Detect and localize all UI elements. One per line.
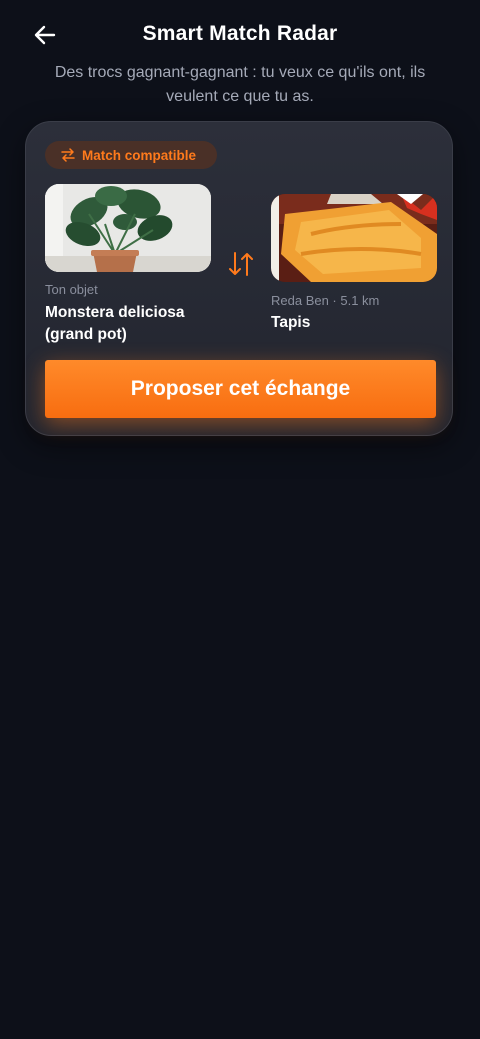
header: Smart Match Radar bbox=[0, 0, 480, 70]
my-item-name: Monstera deliciosa (grand pot) bbox=[45, 304, 185, 343]
match-badge: Match compatible bbox=[45, 141, 217, 169]
my-item-owner-label: Ton objet bbox=[45, 282, 98, 297]
swap-horizontal-icon bbox=[61, 148, 75, 162]
my-item-image[interactable] bbox=[45, 184, 211, 272]
page-title: Smart Match Radar bbox=[142, 22, 338, 45]
match-card: Match compatible Ton objet Monstera deli… bbox=[25, 121, 453, 436]
swap-vertical-icon bbox=[225, 250, 257, 278]
propose-exchange-button[interactable]: Proposer cet échange bbox=[45, 360, 436, 418]
their-item-name: Tapis bbox=[271, 314, 311, 331]
page-subtitle: Des trocs gagnant-gagnant : tu veux ce q… bbox=[54, 64, 426, 105]
their-item-image[interactable] bbox=[271, 194, 437, 282]
match-badge-label: Match compatible bbox=[82, 147, 197, 163]
their-item-owner-label: Reda Ben · 5.1 km bbox=[271, 293, 380, 308]
